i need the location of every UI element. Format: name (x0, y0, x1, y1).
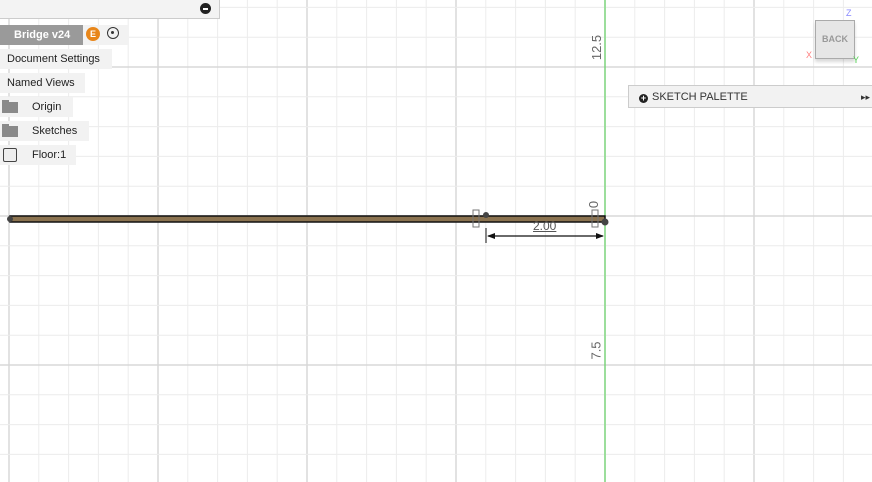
item-label: Floor:1 (32, 149, 67, 161)
ruler-label: 12.5 (589, 34, 605, 61)
item-label: Origin (32, 101, 62, 113)
ruler-label: 0 (586, 200, 602, 209)
browser-item-origin[interactable]: Origin (0, 97, 74, 117)
activate-icon[interactable] (107, 27, 119, 39)
folder-icon (2, 124, 18, 137)
arrow-icon (487, 233, 495, 239)
y-axis-label: Y (853, 55, 860, 65)
folder-icon (2, 100, 18, 113)
browser-item-sketches[interactable]: Sketches (0, 121, 90, 141)
item-label: Sketches (32, 125, 78, 137)
floor-beam (9, 215, 606, 223)
browser-item-named-views[interactable]: Named Views (0, 73, 85, 93)
collapse-icon[interactable] (200, 3, 211, 14)
arrow-icon (596, 233, 604, 239)
ruler-label: 7.5 (588, 341, 604, 360)
body-icon (3, 148, 17, 162)
sketch-palette[interactable]: + SKETCH PALETTE ▸▸ (628, 85, 872, 108)
sketch-grid (0, 0, 872, 482)
browser-item-document-settings[interactable]: Document Settings (0, 49, 112, 69)
sketch-point (483, 212, 489, 218)
palette-title: SKETCH PALETTE (652, 91, 748, 103)
browser-item-floor[interactable]: Floor:1 (0, 145, 77, 165)
edit-badge-icon[interactable]: E (86, 27, 100, 41)
z-axis-label: Z (846, 8, 852, 18)
sketch-point (601, 218, 609, 226)
item-label: Named Views (7, 77, 75, 89)
viewcube-face: BACK (822, 34, 848, 44)
palette-expand-icon[interactable]: ▸▸ (861, 86, 870, 109)
x-axis-label: X (806, 50, 813, 60)
expand-plus-icon: + (639, 93, 648, 103)
viewcube[interactable]: BACK (815, 20, 855, 59)
item-label: Document Settings (7, 53, 100, 65)
document-title[interactable]: Bridge v24 (0, 25, 83, 45)
browser-header (0, 0, 220, 19)
dimension-value[interactable]: 2.00 (533, 219, 556, 233)
sketch-point (7, 216, 13, 222)
